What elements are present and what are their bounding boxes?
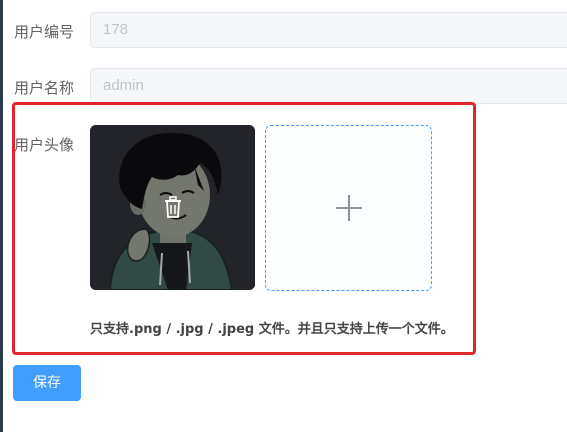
user-name-row: 用户名称 admin (0, 68, 567, 104)
user-id-field[interactable]: 178 (90, 12, 567, 48)
user-name-field[interactable]: admin (90, 68, 567, 104)
avatar-preview[interactable] (90, 125, 255, 290)
sidebar-edge (0, 0, 3, 432)
user-name-label: 用户名称 (14, 79, 75, 97)
upload-trigger[interactable] (265, 125, 432, 291)
user-id-row: 用户编号 178 (0, 12, 567, 48)
avatar-label: 用户头像 (14, 136, 75, 154)
upload-tip: 只支持.png / .jpg / .jpeg 文件。并且只支持上传一个文件。 (90, 322, 454, 337)
plus-icon (335, 195, 362, 221)
save-button[interactable]: 保存 (13, 365, 81, 401)
trash-icon[interactable] (163, 196, 183, 218)
user-id-label: 用户编号 (14, 23, 75, 41)
